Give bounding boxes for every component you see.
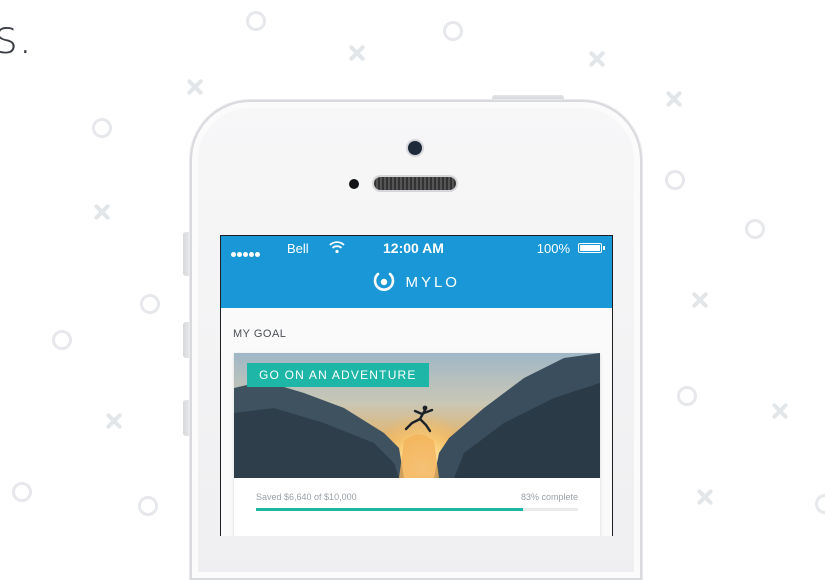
app-logo: MYLO <box>221 271 612 295</box>
goal-progress: Saved $6,640 of $10,000 83% complete <box>234 478 600 536</box>
goal-photo: GO ON AN ADVENTURE <box>234 353 600 478</box>
section-title: MY GOAL <box>233 328 287 340</box>
decor-circle <box>140 294 160 314</box>
earpiece-speaker <box>374 177 456 190</box>
battery-percentage: 100% <box>536 241 570 256</box>
decor-circle <box>92 118 112 138</box>
app-header: Bell 12:00 AM 100% MYLO <box>221 236 612 308</box>
saved-amount-text: Saved $6,640 of $10,000 <box>256 492 357 502</box>
mylo-logo-icon <box>373 271 395 293</box>
goal-title-badge: GO ON AN ADVENTURE <box>247 363 429 387</box>
wifi-icon <box>329 240 345 254</box>
progress-bar-fill <box>256 508 524 511</box>
decor-circle <box>443 21 463 41</box>
decor-circle <box>665 170 685 190</box>
progress-track <box>256 508 578 511</box>
carrier-name: Bell <box>287 241 309 256</box>
decor-cross <box>771 402 789 420</box>
decor-circle <box>815 494 825 514</box>
decor-cross <box>588 50 606 68</box>
percent-complete-text: 83% complete <box>520 492 578 502</box>
signal-strength-icon <box>231 245 261 260</box>
decor-circle <box>52 330 72 350</box>
decor-cross <box>691 291 709 309</box>
proximity-sensor <box>349 179 359 189</box>
decor-circle <box>246 11 266 31</box>
decor-circle <box>12 482 32 502</box>
brand-name: MYLO <box>405 273 460 291</box>
main-content: MY GOAL GO ON AN ADVENTURE Saved $6,640 … <box>221 308 612 536</box>
phone-screen: Bell 12:00 AM 100% MYLO MY GOAL GO ON AN… <box>220 235 613 536</box>
decor-cross <box>665 90 683 108</box>
goal-card[interactable]: GO ON AN ADVENTURE Saved $6,640 of $10,0… <box>234 353 600 536</box>
background-heading-fragment: s. <box>0 10 33 64</box>
decor-cross <box>105 412 123 430</box>
status-bar: Bell 12:00 AM 100% <box>221 236 612 262</box>
battery-icon <box>578 243 605 253</box>
decor-circle <box>677 386 697 406</box>
decor-circle <box>138 496 158 516</box>
decor-cross <box>696 488 714 506</box>
decor-cross <box>186 78 204 96</box>
decor-circle <box>745 219 765 239</box>
front-camera <box>408 141 422 155</box>
decor-cross <box>93 203 111 221</box>
decor-cross <box>348 44 366 62</box>
status-time: 12:00 AM <box>383 240 444 256</box>
